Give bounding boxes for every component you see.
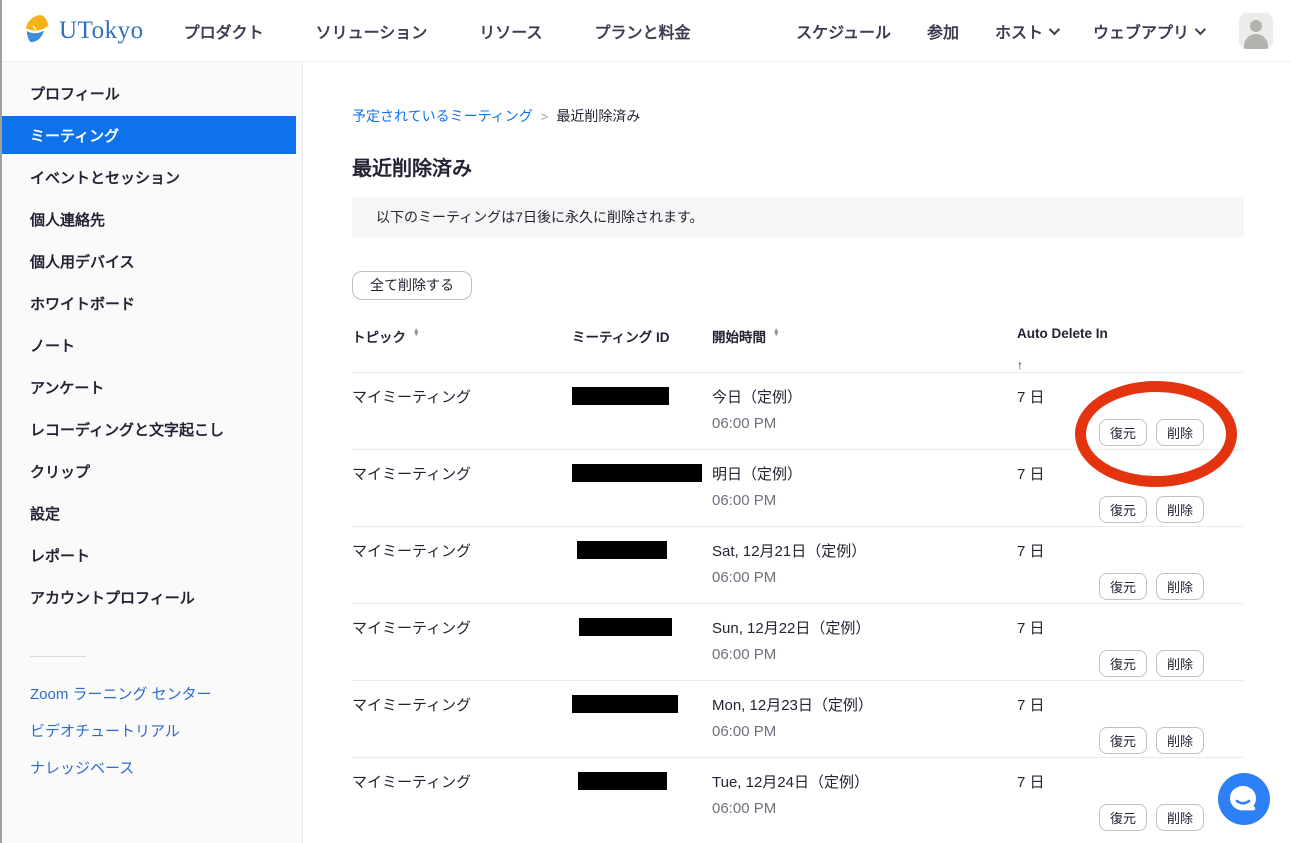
chevron-down-icon <box>1195 23 1206 34</box>
restore-button[interactable]: 復元 <box>1099 804 1147 831</box>
breadcrumb-upcoming-meetings[interactable]: 予定されているミーティング <box>352 106 533 126</box>
table-row: マイミーティング Sat, 12月21日（定例） 06:00 PM 7 日 復元… <box>352 526 1244 603</box>
sidebar-item-surveys[interactable]: アンケート <box>2 366 302 408</box>
nav-resources[interactable]: リソース <box>479 19 542 43</box>
sidebar-item-reports[interactable]: レポート <box>2 534 302 576</box>
sidebar: プロフィール ミーティング イベントとセッション 個人連絡先 個人用デバイス ホ… <box>2 62 303 843</box>
chat-widget-button[interactable] <box>1218 773 1270 825</box>
meeting-id-redacted <box>572 695 678 713</box>
nav-join[interactable]: 参加 <box>927 19 959 43</box>
meeting-id-redacted <box>577 541 667 559</box>
sidebar-item-clips[interactable]: クリップ <box>2 450 302 492</box>
meeting-start-time: Mon, 12月23日（定例） 06:00 PM <box>712 694 1017 757</box>
meeting-topic: マイミーティング <box>352 617 572 680</box>
row-actions: 復元 削除 <box>1099 804 1204 831</box>
restore-button[interactable]: 復元 <box>1099 496 1147 523</box>
meeting-topic: マイミーティング <box>352 694 572 757</box>
sidebar-item-meetings[interactable]: ミーティング <box>2 116 296 154</box>
sidebar-link-knowledge-base[interactable]: ナレッジベース <box>2 749 302 786</box>
sidebar-item-personal-devices[interactable]: 個人用デバイス <box>2 240 302 282</box>
nav-webapp-dropdown[interactable]: ウェブアプリ <box>1093 19 1203 43</box>
meeting-id-redacted <box>579 618 672 636</box>
nav-schedule[interactable]: スケジュール <box>796 19 891 43</box>
sidebar-divider <box>30 656 86 657</box>
nav-plans-pricing[interactable]: プランと料金 <box>595 19 691 43</box>
restore-button[interactable]: 復元 <box>1099 573 1147 600</box>
meeting-topic: マイミーティング <box>352 463 572 526</box>
table-row: マイミーティング Sun, 12月22日（定例） 06:00 PM 7 日 復元… <box>352 603 1244 680</box>
meeting-topic: マイミーティング <box>352 771 572 834</box>
table-header-row: トピック ▲▼ ミーティング ID 開始時間 ▲▼ Auto Delete In… <box>352 326 1244 372</box>
table-row: マイミーティング Mon, 12月23日（定例） 06:00 PM 7 日 復元… <box>352 680 1244 757</box>
chat-bubble-icon <box>1218 773 1270 825</box>
meeting-id-redacted <box>572 464 702 482</box>
ginkgo-leaf-icon <box>24 14 56 48</box>
column-header-meeting-id: ミーティング ID <box>572 326 712 372</box>
utokyo-logo[interactable]: UTokyo <box>24 14 144 48</box>
sidebar-item-recordings-transcripts[interactable]: レコーディングと文字起こし <box>2 408 302 450</box>
sidebar-item-account-profile[interactable]: アカウントプロフィール <box>2 576 302 618</box>
meeting-start-time: Tue, 12月24日（定例） 06:00 PM <box>712 771 1017 834</box>
row-actions: 復元 削除 <box>1099 650 1204 677</box>
sidebar-item-personal-contacts[interactable]: 個人連絡先 <box>2 198 302 240</box>
restore-button[interactable]: 復元 <box>1099 419 1147 446</box>
sidebar-item-notes[interactable]: ノート <box>2 324 302 366</box>
nav-solutions[interactable]: ソリューション <box>316 19 428 43</box>
table-row: マイミーティング 明日（定例） 06:00 PM 7 日 復元 削除 <box>352 449 1244 526</box>
delete-button[interactable]: 削除 <box>1156 496 1204 523</box>
meeting-topic: マイミーティング <box>352 386 572 449</box>
main-content: 予定されているミーティング > 最近削除済み 最近削除済み 以下のミーティングは… <box>304 62 1291 843</box>
column-header-topic: トピック ▲▼ <box>352 326 572 372</box>
notice-banner: 以下のミーティングは7日後に永久に削除されます。 <box>352 197 1244 237</box>
chevron-down-icon <box>1049 23 1060 34</box>
nav-products[interactable]: プロダクト <box>184 19 264 43</box>
row-actions: 復元 削除 <box>1099 496 1204 523</box>
delete-button[interactable]: 削除 <box>1156 727 1204 754</box>
sidebar-link-learning-center[interactable]: Zoom ラーニング センター <box>2 675 302 712</box>
column-header-start-time: 開始時間 ▲▼ <box>712 326 1017 372</box>
table-row: マイミーティング 今日（定例） 06:00 PM 7 日 復元 削除 <box>352 372 1244 449</box>
nav-host-dropdown[interactable]: ホスト <box>995 19 1057 43</box>
meeting-start-time: 明日（定例） 06:00 PM <box>712 463 1017 526</box>
row-actions: 復元 削除 <box>1099 573 1204 600</box>
row-actions: 復元 削除 <box>1099 419 1204 446</box>
delete-button[interactable]: 削除 <box>1156 804 1204 831</box>
delete-button[interactable]: 削除 <box>1156 650 1204 677</box>
nav-webapp-label: ウェブアプリ <box>1093 19 1189 43</box>
breadcrumb-current: 最近削除済み <box>556 106 640 126</box>
meeting-id-redacted <box>572 387 669 405</box>
sidebar-item-events-sessions[interactable]: イベントとセッション <box>2 156 302 198</box>
avatar[interactable] <box>1239 13 1273 49</box>
table-row: マイミーティング Tue, 12月24日（定例） 06:00 PM 7 日 復元… <box>352 757 1244 834</box>
delete-button[interactable]: 削除 <box>1156 419 1204 446</box>
sidebar-link-video-tutorials[interactable]: ビデオチュートリアル <box>2 712 302 749</box>
deleted-meetings-table: トピック ▲▼ ミーティング ID 開始時間 ▲▼ Auto Delete In… <box>352 326 1244 834</box>
restore-button[interactable]: 復元 <box>1099 650 1147 677</box>
row-actions: 復元 削除 <box>1099 727 1204 754</box>
restore-button[interactable]: 復元 <box>1099 727 1147 754</box>
delete-all-button[interactable]: 全て削除する <box>352 271 472 300</box>
breadcrumb: 予定されているミーティング > 最近削除済み <box>352 106 1244 126</box>
right-nav: スケジュール 参加 ホスト ウェブアプリ <box>796 13 1273 49</box>
breadcrumb-separator: > <box>541 109 549 124</box>
sidebar-item-whiteboard[interactable]: ホワイトボード <box>2 282 302 324</box>
meeting-start-time: Sun, 12月22日（定例） 06:00 PM <box>712 617 1017 680</box>
person-icon <box>1250 20 1262 32</box>
logo-text: UTokyo <box>59 17 144 45</box>
sidebar-item-settings[interactable]: 設定 <box>2 492 302 534</box>
top-header: UTokyo プロダクト ソリューション リソース プランと料金 スケジュール … <box>2 0 1291 62</box>
nav-host-label: ホスト <box>995 19 1043 43</box>
page-title: 最近削除済み <box>352 152 1244 181</box>
main-nav: プロダクト ソリューション リソース プランと料金 <box>184 19 691 43</box>
meeting-start-time: Sat, 12月21日（定例） 06:00 PM <box>712 540 1017 603</box>
delete-button[interactable]: 削除 <box>1156 573 1204 600</box>
sidebar-item-profile[interactable]: プロフィール <box>2 72 302 114</box>
meeting-id-redacted <box>578 772 667 790</box>
sort-ascending-icon[interactable]: ↑ <box>1017 358 1244 372</box>
sort-arrows-icon[interactable]: ▲▼ <box>773 329 779 337</box>
meeting-start-time: 今日（定例） 06:00 PM <box>712 386 1017 449</box>
column-header-auto-delete: Auto Delete In ↑ <box>1017 326 1244 372</box>
meeting-topic: マイミーティング <box>352 540 572 603</box>
sort-arrows-icon[interactable]: ▲▼ <box>413 329 419 337</box>
